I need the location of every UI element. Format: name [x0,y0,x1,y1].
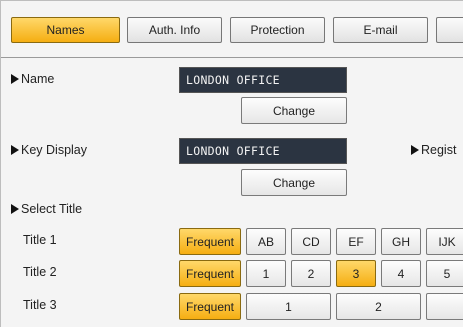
title-2-option-5[interactable]: 5 [426,260,463,287]
title-3-option-2[interactable]: 2 [336,293,421,320]
title-1-option-cd[interactable]: CD [291,228,331,255]
title-2-label: Title 2 [23,265,57,279]
key-display-field[interactable]: LONDON OFFICE [179,138,347,164]
key-display-label-text: Key Display [21,143,87,157]
title-3-option-next[interactable] [426,293,463,320]
key-display-change-button[interactable]: Change [241,169,347,196]
title-2-option-3[interactable]: 3 [336,260,376,287]
select-title-label-text: Select Title [21,202,83,216]
title-3-frequent-button[interactable]: Frequent [179,293,241,320]
title-1-frequent-button[interactable]: Frequent [179,228,241,255]
name-field[interactable]: LONDON OFFICE [179,67,347,93]
registration-label-text: Regist [421,143,457,157]
name-label: Name [11,72,54,86]
title-1-label: Title 1 [23,233,57,247]
select-title-label: Select Title [11,202,82,216]
address-book-entry-panel: Names Auth. Info Protection E-mail Name … [0,0,463,327]
tab-names[interactable]: Names [11,17,120,43]
title-1-option-ijk[interactable]: IJK [426,228,463,255]
title-3-label: Title 3 [23,298,57,312]
title-2-frequent-button[interactable]: Frequent [179,260,241,287]
triangle-bullet-icon [11,74,19,84]
title-2-option-4[interactable]: 4 [381,260,421,287]
name-change-button[interactable]: Change [241,97,347,124]
name-label-text: Name [21,72,55,86]
key-display-label: Key Display [11,143,87,157]
tab-protection[interactable]: Protection [230,17,325,43]
tab-divider [1,57,463,58]
title-2-option-1[interactable]: 1 [246,260,286,287]
title-2-option-2[interactable]: 2 [291,260,331,287]
title-1-option-ef[interactable]: EF [336,228,376,255]
tab-auth-info[interactable]: Auth. Info [127,17,222,43]
triangle-bullet-icon [411,145,419,155]
title-1-option-gh[interactable]: GH [381,228,421,255]
tab-next[interactable] [436,17,463,43]
triangle-bullet-icon [11,204,19,214]
tab-bar: Names Auth. Info Protection E-mail [1,1,463,58]
registration-label: Regist [411,143,456,157]
title-3-option-1[interactable]: 1 [246,293,331,320]
triangle-bullet-icon [11,145,19,155]
title-1-option-ab[interactable]: AB [246,228,286,255]
tab-e-mail[interactable]: E-mail [333,17,428,43]
